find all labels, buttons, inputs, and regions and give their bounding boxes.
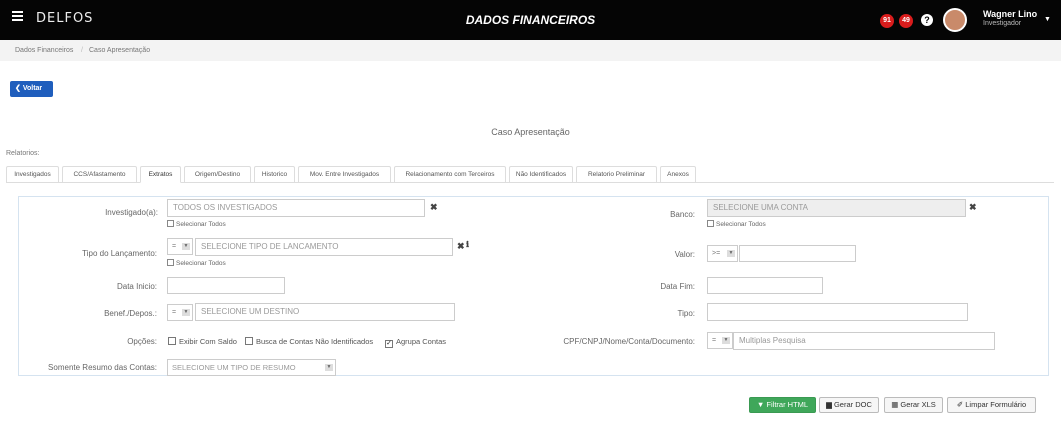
tipo-label: Tipo: bbox=[677, 309, 696, 318]
cpf-operator[interactable]: = ▼ bbox=[707, 332, 733, 349]
checkbox-icon[interactable] bbox=[245, 337, 253, 345]
investigado-select-all[interactable]: Selecionar Todos bbox=[167, 220, 226, 229]
breadcrumb-item-dados-financeiros[interactable]: Dados Financeiros bbox=[15, 47, 73, 54]
resumo-label: Somente Resumo das Contas: bbox=[48, 363, 157, 372]
data-fim-label: Data Fim: bbox=[660, 282, 695, 291]
tab-relacionamento-terceiros[interactable]: Relacionamento com Terceiros bbox=[394, 166, 506, 183]
busca-nao-identificados-checkbox[interactable]: Busca de Contas Não Identificados bbox=[245, 337, 373, 346]
opcoes-label: Opções: bbox=[127, 337, 157, 346]
valor-operator[interactable]: >= ▼ bbox=[707, 245, 738, 262]
agrupa-contas-checkbox[interactable]: ✓ Agrupa Contas bbox=[385, 337, 446, 348]
chevron-down-icon: ▼ bbox=[325, 364, 333, 371]
checkbox-icon[interactable] bbox=[167, 220, 174, 227]
filter-icon: ▼ bbox=[756, 400, 765, 409]
user-role: Investigador bbox=[983, 20, 1022, 27]
breadcrumb-item-caso: Caso Apresentação bbox=[89, 47, 151, 54]
valor-label: Valor: bbox=[674, 250, 695, 259]
gerar-xls-label: Gerar XLS bbox=[900, 400, 936, 409]
chevron-down-icon: ▼ bbox=[722, 337, 730, 344]
data-inicio-label: Data Inicio: bbox=[116, 282, 157, 291]
select-all-label: Selecionar Todos bbox=[176, 221, 226, 228]
agrupa-contas-label: Agrupa Contas bbox=[396, 337, 447, 346]
checkbox-icon[interactable] bbox=[168, 337, 176, 345]
gerar-doc-button[interactable]: ▆ Gerar DOC bbox=[819, 397, 879, 413]
operator-value: = bbox=[712, 337, 717, 344]
filtrar-html-button[interactable]: ▼ Filtrar HTML bbox=[749, 397, 816, 413]
table-icon: ▦ bbox=[891, 400, 899, 409]
chevron-down-icon: ▼ bbox=[182, 309, 190, 316]
banco-label: Banco: bbox=[670, 210, 695, 219]
operator-value: = bbox=[172, 309, 177, 316]
busca-nao-identificados-label: Busca de Contas Não Identificados bbox=[256, 337, 374, 346]
exibir-com-saldo-label: Exibir Com Saldo bbox=[179, 337, 237, 346]
resumo-select[interactable]: SELECIONE UM TIPO DE RESUMO ▼ bbox=[167, 359, 336, 376]
investigado-select[interactable]: TODOS OS INVESTIGADOS bbox=[167, 199, 425, 217]
tipo-lancamento-select[interactable]: SELECIONE TIPO DE LANCAMENTO bbox=[195, 238, 453, 256]
tab-investigados[interactable]: Investigados bbox=[6, 166, 59, 183]
checkmark-icon[interactable]: ✓ bbox=[385, 340, 393, 348]
breadcrumb-separator: / bbox=[81, 47, 83, 54]
tab-ccs-afastamento[interactable]: CCS/Afastamento bbox=[62, 166, 137, 183]
case-title: Caso Apresentação bbox=[491, 127, 570, 137]
operator-value: = bbox=[172, 243, 177, 250]
tab-anexos[interactable]: Anexos bbox=[660, 166, 696, 183]
benef-select[interactable]: SELECIONE UM DESTINO bbox=[195, 303, 455, 321]
checkbox-icon[interactable] bbox=[167, 259, 174, 266]
tab-historico[interactable]: Historico bbox=[254, 166, 295, 183]
gerar-doc-label: Gerar DOC bbox=[833, 400, 872, 409]
info-icon[interactable]: ℹ bbox=[466, 240, 469, 249]
cpf-label: CPF/CNPJ/Nome/Conta/Documento: bbox=[563, 337, 695, 346]
valor-input[interactable] bbox=[739, 245, 856, 262]
select-all-label: Selecionar Todos bbox=[176, 260, 226, 267]
clear-icon[interactable]: ✖ bbox=[430, 202, 438, 213]
tipo-lancamento-operator[interactable]: = ▼ bbox=[167, 238, 193, 255]
tab-relatorio-preliminar[interactable]: Relatorio Preliminar bbox=[576, 166, 657, 183]
banco-select-all[interactable]: Selecionar Todos bbox=[707, 220, 766, 229]
cpf-search-input[interactable]: Multiplas Pesquisa bbox=[733, 332, 995, 350]
back-button-label: Voltar bbox=[22, 85, 43, 92]
breadcrumb: Dados Financeiros / Caso Apresentação bbox=[0, 40, 1061, 61]
top-navbar: DELFOS DADOS FINANCEIROS 91 49 ? Wagner … bbox=[0, 0, 1061, 40]
tab-extratos[interactable]: Extratos bbox=[140, 166, 181, 183]
clear-icon[interactable]: ✖ bbox=[969, 202, 977, 213]
investigado-label: Investigado(a): bbox=[105, 208, 158, 217]
chevron-down-icon: ▼ bbox=[182, 243, 190, 250]
operator-value: >= bbox=[712, 250, 721, 257]
select-all-label: Selecionar Todos bbox=[716, 221, 766, 228]
chevron-left-icon: ❮ bbox=[15, 85, 21, 92]
tab-nao-identificados[interactable]: Não Identificados bbox=[509, 166, 573, 183]
alert-icon[interactable]: 49 bbox=[899, 14, 913, 28]
tipo-input[interactable] bbox=[707, 303, 968, 321]
eraser-icon: ✐ bbox=[956, 400, 964, 409]
exibir-com-saldo-checkbox[interactable]: Exibir Com Saldo bbox=[168, 337, 237, 346]
back-button[interactable]: ❮ Voltar bbox=[10, 81, 53, 97]
benef-depos-label: Benef./Depos.: bbox=[104, 309, 157, 318]
notification-icon[interactable]: 91 bbox=[880, 14, 894, 28]
limpar-formulario-label: Limpar Formulário bbox=[965, 400, 1027, 409]
tab-mov-entre-investigados[interactable]: Mov. Entre Investigados bbox=[298, 166, 391, 183]
user-name[interactable]: Wagner Lino bbox=[983, 9, 1037, 19]
avatar[interactable] bbox=[943, 8, 967, 32]
benef-operator[interactable]: = ▼ bbox=[167, 304, 193, 321]
chevron-down-icon[interactable]: ▼ bbox=[1044, 16, 1051, 23]
tipo-lancamento-label: Tipo do Lançamento: bbox=[82, 249, 157, 258]
tipo-lancamento-select-all[interactable]: Selecionar Todos bbox=[167, 259, 226, 268]
tab-origem-destino[interactable]: Origem/Destino bbox=[184, 166, 251, 183]
gerar-xls-button[interactable]: ▦ Gerar XLS bbox=[884, 397, 943, 413]
data-fim-input[interactable] bbox=[707, 277, 823, 294]
filtrar-html-label: Filtrar HTML bbox=[766, 400, 809, 409]
chevron-down-icon: ▼ bbox=[727, 250, 735, 257]
resumo-value: SELECIONE UM TIPO DE RESUMO bbox=[172, 363, 296, 372]
limpar-formulario-button[interactable]: ✐ Limpar Formulário bbox=[947, 397, 1036, 413]
reports-label: Relatorios: bbox=[6, 150, 40, 157]
checkbox-icon[interactable] bbox=[707, 220, 714, 227]
document-icon: ▆ bbox=[826, 400, 832, 409]
help-icon[interactable]: ? bbox=[921, 14, 933, 26]
clear-icon[interactable]: ✖ bbox=[457, 241, 465, 252]
banco-select[interactable]: SELECIONE UMA CONTA bbox=[707, 199, 966, 217]
data-inicio-input[interactable] bbox=[167, 277, 285, 294]
